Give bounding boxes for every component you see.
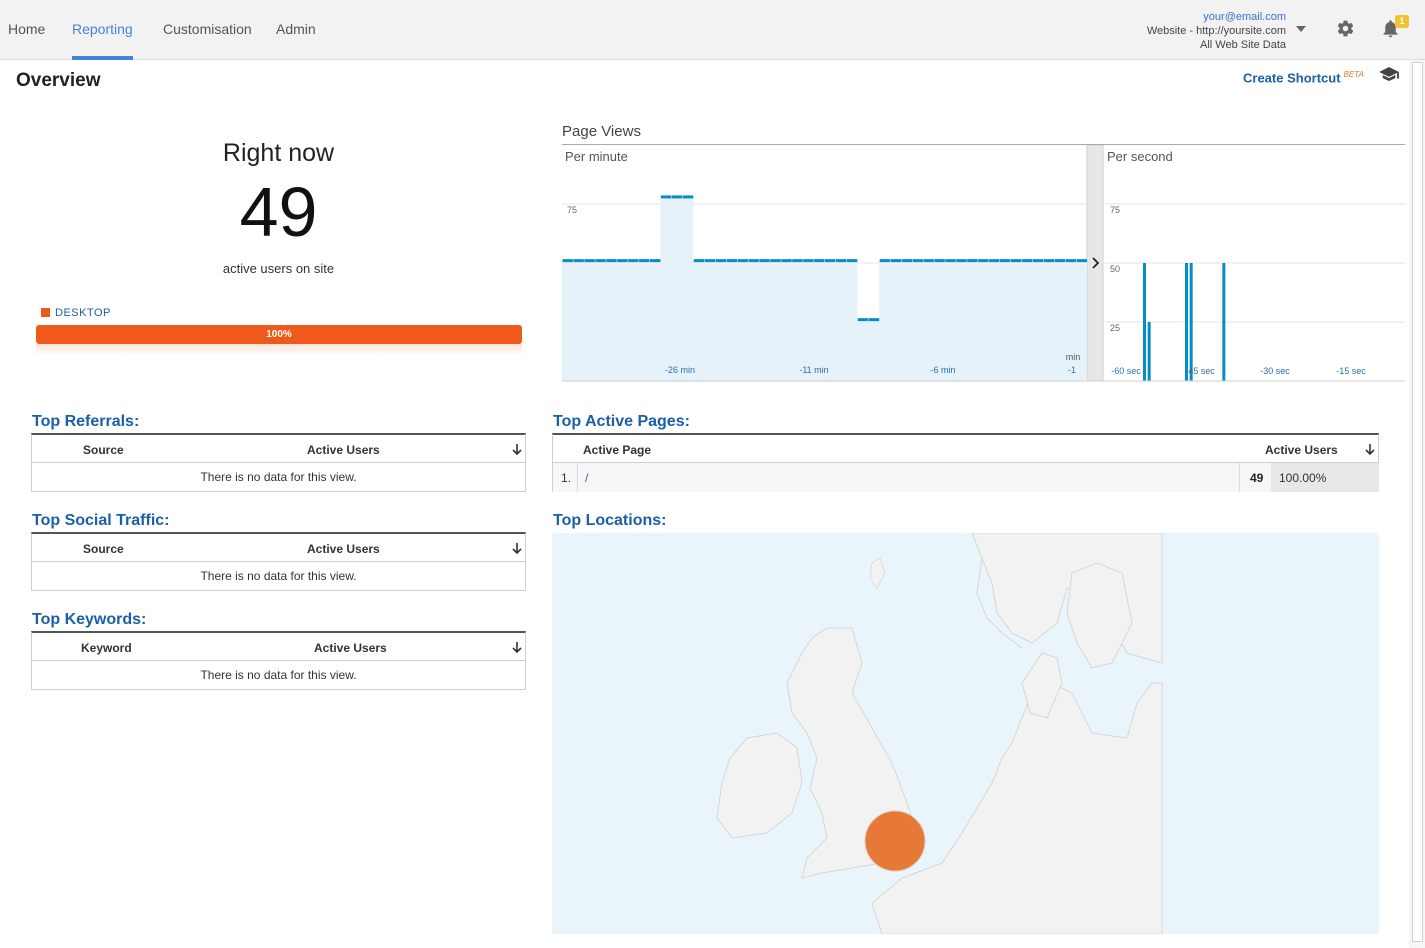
x-tick-label: -30 sec: [1260, 366, 1290, 376]
source-column-header[interactable]: Source: [83, 542, 124, 556]
active-tab-indicator: [72, 56, 133, 60]
map-land-sweden-south: [1066, 562, 1133, 669]
map-land-scandinavia: [971, 533, 1163, 664]
source-column-header[interactable]: Source: [83, 443, 124, 457]
no-data-message: There is no data for this view.: [200, 470, 357, 484]
top-social-title: Top Social Traffic:: [32, 512, 170, 529]
per-second-bar: [1143, 263, 1146, 381]
graduation-cap-icon[interactable]: [1379, 67, 1399, 81]
no-data-message: There is no data for this view.: [200, 569, 357, 583]
desktop-legend-swatch: [41, 308, 50, 317]
page-views-panel: Per minute Per second 255075255075-26 mi…: [562, 144, 1405, 382]
x-tick-label: -6 min: [930, 365, 955, 375]
column-divider: [577, 463, 578, 492]
map-land-shetland: [869, 557, 886, 589]
y-tick-label: 75: [567, 205, 577, 215]
account-view: All Web Site Data: [1199, 39, 1286, 51]
row-active-users: 49: [1250, 471, 1264, 485]
x-tick-label: -15 sec: [1336, 366, 1366, 376]
active-page-link[interactable]: /: [585, 471, 588, 485]
device-share-bar[interactable]: 100%: [36, 325, 522, 344]
page-views-chart: 255075255075-26 min-11 min-6 min-1min-60…: [562, 145, 1405, 382]
top-active-pages-title: Top Active Pages:: [553, 413, 690, 430]
row-rank: 1.: [561, 471, 572, 485]
location-marker-london: [864, 810, 926, 872]
column-divider: [1239, 463, 1240, 492]
gear-icon[interactable]: [1336, 19, 1355, 38]
active-users-column-header[interactable]: Active Users: [307, 542, 380, 556]
sort-descending-icon[interactable]: [512, 543, 522, 555]
per-minute-area: [562, 196, 1087, 381]
notification-badge: 1: [1395, 15, 1409, 28]
top-keywords-title: Top Keywords:: [32, 611, 147, 628]
chart-divider: [1086, 145, 1104, 382]
map-land-continent: [871, 682, 1163, 934]
x-tick-label: -26 min: [665, 365, 695, 375]
desktop-legend-label: DESKTOP: [55, 307, 111, 319]
active-users-column-header[interactable]: Active Users: [314, 641, 387, 655]
y-tick-label: 25: [1110, 323, 1120, 333]
active-users-count: 49: [239, 173, 318, 251]
x-tick-label: -60 sec: [1111, 366, 1141, 376]
per-second-bar: [1189, 263, 1193, 381]
per-second-bar: [1185, 263, 1188, 381]
top-locations-title: Top Locations:: [553, 512, 667, 529]
right-now-title: Right now: [222, 139, 335, 167]
per-second-bar: [1222, 263, 1226, 381]
sort-descending-icon[interactable]: [512, 444, 522, 456]
active-page-column-header[interactable]: Active Page: [583, 443, 651, 457]
active-users-column-header[interactable]: Active Users: [307, 443, 380, 457]
device-bar-reflection: [36, 344, 522, 356]
beta-badge: BETA: [1343, 70, 1364, 79]
top-referrals-table: Source Active Users There is no data for…: [31, 433, 526, 492]
keyword-column-header[interactable]: Keyword: [81, 641, 132, 655]
create-shortcut-label: Create Shortcut: [1243, 70, 1341, 86]
top-referrals-header: Source Active Users: [32, 435, 525, 463]
x-tick-label: -11 min: [799, 365, 828, 375]
top-social-table: Source Active Users There is no data for…: [31, 532, 526, 591]
x-tick-label: -45 sec: [1185, 366, 1215, 376]
top-locations-map[interactable]: [552, 533, 1379, 934]
y-tick-label: 75: [1110, 205, 1120, 215]
x-tick-label: -1: [1068, 365, 1076, 375]
top-navigation-bar: Home Reporting Customisation Admin your@…: [0, 0, 1425, 60]
top-keywords-header: Keyword Active Users: [32, 633, 525, 661]
page-views-title: Page Views: [562, 123, 641, 140]
page-title: Overview: [16, 70, 101, 91]
top-referrals-title: Top Referrals:: [32, 413, 140, 430]
scrollbar-thumb[interactable]: [1412, 62, 1423, 942]
nav-home[interactable]: Home: [8, 21, 45, 37]
nav-customisation[interactable]: Customisation: [163, 21, 252, 37]
top-social-header: Source Active Users: [32, 534, 525, 562]
create-shortcut-link[interactable]: Create Shortcut BETA: [1243, 70, 1364, 85]
account-email: your@email.com: [1203, 11, 1286, 23]
per-second-bar: [1147, 322, 1151, 381]
nav-admin[interactable]: Admin: [276, 21, 316, 37]
top-keywords-table: Keyword Active Users There is no data fo…: [31, 631, 526, 690]
top-active-pages-header: Active Page Active Users: [553, 435, 1378, 463]
top-active-pages-table: Active Page Active Users 1. / 49 100.00%: [552, 433, 1379, 492]
europe-map: [716, 533, 1163, 934]
sort-descending-icon[interactable]: [512, 642, 522, 654]
active-users-subtitle: active users on site: [222, 261, 335, 276]
account-selector[interactable]: your@email.com Website - http://yoursite…: [1147, 10, 1286, 52]
account-property: Website - http://yoursite.com: [1146, 25, 1286, 37]
map-land-ireland: [716, 732, 803, 839]
table-row[interactable]: 1. / 49 100.00%: [553, 463, 1379, 492]
y-tick-label: 50: [1110, 264, 1120, 274]
sort-descending-icon[interactable]: [1365, 444, 1375, 456]
no-data-message: There is no data for this view.: [200, 668, 357, 682]
account-dropdown-caret-icon[interactable]: [1296, 26, 1306, 32]
x-axis-unit-label: min: [1066, 352, 1081, 362]
nav-reporting[interactable]: Reporting: [72, 21, 133, 37]
active-users-column-header[interactable]: Active Users: [1265, 443, 1338, 457]
row-percent: 100.00%: [1279, 471, 1327, 485]
